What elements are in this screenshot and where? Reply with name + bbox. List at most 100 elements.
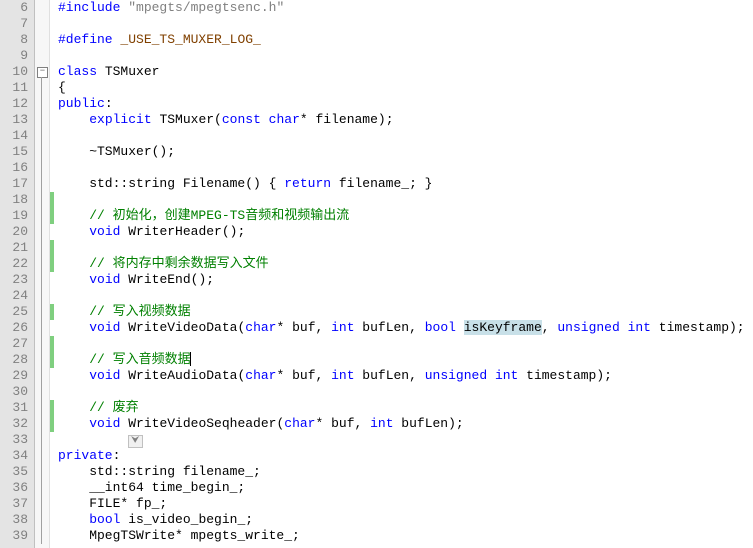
token: WriteVideoData( — [128, 320, 245, 335]
code-line[interactable]: ~TSMuxer(); — [58, 144, 753, 160]
code-line[interactable]: #define _USE_TS_MUXER_LOG_ — [58, 32, 753, 48]
code-line[interactable]: { — [58, 80, 753, 96]
code-line[interactable]: void WriteEnd(); — [58, 272, 753, 288]
token: bufLen, — [355, 320, 425, 335]
line-number: 24 — [0, 288, 28, 304]
token — [58, 416, 89, 431]
expand-hint-icon[interactable]: ⮟ — [128, 435, 143, 448]
change-margin — [50, 0, 54, 548]
fold-toggle-icon[interactable]: − — [37, 67, 48, 78]
token: explicit — [89, 112, 159, 127]
code-line[interactable]: #include "mpegts/mpegtsenc.h" — [58, 0, 753, 16]
code-line[interactable]: bool is_video_begin_; — [58, 512, 753, 528]
token: // 初始化，创建MPEG-TS音频和视频输出流 — [89, 208, 349, 223]
code-line[interactable] — [58, 192, 753, 208]
token: * buf, — [276, 320, 331, 335]
code-line[interactable]: public: — [58, 96, 753, 112]
token — [58, 256, 89, 271]
code-line[interactable]: // 初始化，创建MPEG-TS音频和视频输出流 — [58, 208, 753, 224]
token: * buf, — [276, 368, 331, 383]
token: int — [495, 368, 518, 383]
line-number: 37 — [0, 496, 28, 512]
code-line[interactable]: void WriteVideoData(char* buf, int bufLe… — [58, 320, 753, 336]
code-line[interactable] — [58, 16, 753, 32]
code-line[interactable]: private: — [58, 448, 753, 464]
code-line[interactable]: void WriterHeader(); — [58, 224, 753, 240]
line-number: 17 — [0, 176, 28, 192]
code-line[interactable]: void WriteAudioData(char* buf, int bufLe… — [58, 368, 753, 384]
change-mark — [50, 256, 54, 272]
code-line[interactable]: MpegTSWrite* mpegts_write_; — [58, 528, 753, 544]
code-line[interactable]: std::string Filename() { return filename… — [58, 176, 753, 192]
change-mark — [50, 352, 54, 368]
code-line[interactable] — [58, 240, 753, 256]
token: timestamp); — [651, 320, 745, 335]
code-line[interactable] — [58, 160, 753, 176]
code-line[interactable]: // 写入音频数据 — [58, 352, 753, 368]
code-line[interactable]: FILE* fp_; — [58, 496, 753, 512]
token: public — [58, 96, 105, 111]
token — [58, 320, 89, 335]
token — [58, 272, 89, 287]
line-number: 26 — [0, 320, 28, 336]
code-line[interactable] — [58, 48, 753, 64]
token: void — [89, 224, 128, 239]
line-number: 6 — [0, 0, 28, 16]
code-line[interactable]: class TSMuxer — [58, 64, 753, 80]
token: _USE_TS_MUXER_LOG_ — [120, 32, 260, 47]
code-editor[interactable]: 6789101112131415161718192021222324252627… — [0, 0, 753, 548]
token: { — [58, 80, 66, 95]
change-mark — [50, 192, 54, 208]
token: "mpegts/mpegtsenc.h" — [128, 0, 284, 15]
token: WriterHeader(); — [128, 224, 245, 239]
token — [58, 208, 89, 223]
token: void — [89, 320, 128, 335]
line-number: 13 — [0, 112, 28, 128]
token: std::string filename_; — [58, 464, 261, 479]
code-line[interactable] — [58, 336, 753, 352]
token: * buf, — [315, 416, 370, 431]
code-line[interactable] — [58, 384, 753, 400]
line-number: 12 — [0, 96, 28, 112]
code-line[interactable] — [58, 128, 753, 144]
code-line[interactable]: __int64 time_begin_; — [58, 480, 753, 496]
token: #include — [58, 0, 128, 15]
text-cursor — [190, 352, 191, 366]
code-line[interactable]: // 将内存中剩余数据写入文件 — [58, 256, 753, 272]
code-line[interactable]: void WriteVideoSeqheader(char* buf, int … — [58, 416, 753, 432]
line-number: 8 — [0, 32, 28, 48]
line-number: 38 — [0, 512, 28, 528]
line-number: 29 — [0, 368, 28, 384]
token: // 写入音频数据 — [89, 352, 190, 367]
token: void — [89, 416, 128, 431]
token — [58, 112, 89, 127]
token: MpegTSWrite* mpegts_write_; — [58, 528, 300, 543]
code-line[interactable] — [58, 288, 753, 304]
token: return — [284, 176, 331, 191]
line-number: 21 — [0, 240, 28, 256]
line-number: 25 — [0, 304, 28, 320]
token: int — [331, 368, 354, 383]
code-line[interactable]: ⮟ — [58, 432, 753, 448]
token: char — [284, 416, 315, 431]
token: WriteVideoSeqheader( — [128, 416, 284, 431]
change-mark — [50, 416, 54, 432]
line-number: 32 — [0, 416, 28, 432]
code-line[interactable]: explicit TSMuxer(const char* filename); — [58, 112, 753, 128]
line-number: 27 — [0, 336, 28, 352]
token — [58, 304, 89, 319]
code-line[interactable]: std::string filename_; — [58, 464, 753, 480]
code-line[interactable]: // 写入视频数据 — [58, 304, 753, 320]
change-mark — [50, 304, 54, 320]
fold-margin[interactable]: − — [35, 0, 50, 548]
token: char — [245, 320, 276, 335]
token: void — [89, 368, 128, 383]
code-area[interactable]: #include "mpegts/mpegtsenc.h" #define _US… — [54, 0, 753, 548]
token: : — [113, 448, 121, 463]
token: // 写入视频数据 — [89, 304, 190, 319]
line-number: 15 — [0, 144, 28, 160]
code-line[interactable]: // 废弃 — [58, 400, 753, 416]
token: bufLen); — [394, 416, 464, 431]
change-mark — [50, 400, 54, 416]
line-number: 18 — [0, 192, 28, 208]
